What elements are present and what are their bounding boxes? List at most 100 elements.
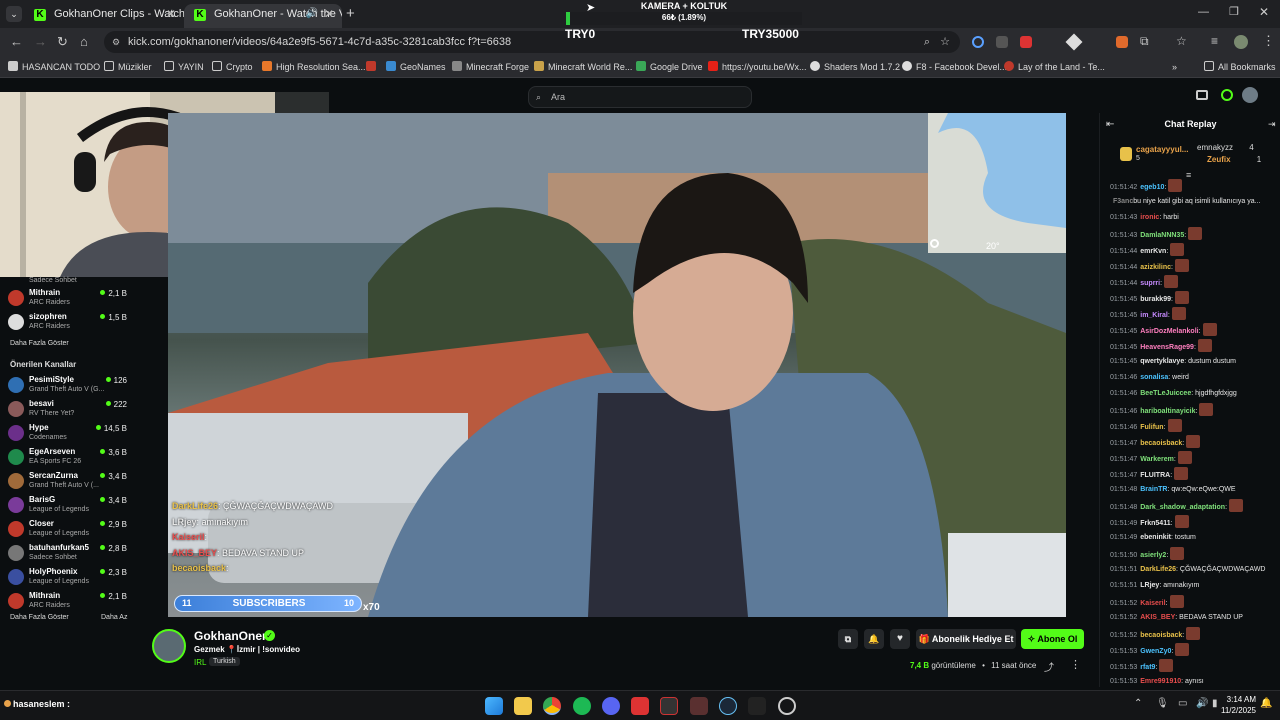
sidebar-channel[interactable]: EgeArseven EA Sports FC 26 3,6 B (0, 446, 136, 470)
sidebar-channel[interactable]: PesimiStyle Grand Theft Auto V (G... 126 (0, 374, 136, 398)
chat-message[interactable]: 01:51:51 LRjey: amınakıyım (1110, 579, 1278, 595)
clip-button[interactable]: ⧉ (838, 629, 858, 649)
bookmark-item[interactable]: Crypto (212, 56, 253, 78)
sidebar-channel[interactable]: Mithrain ARC Raiders 2,1 B (0, 590, 136, 614)
show-less-link[interactable]: Daha Az (101, 614, 127, 621)
chat-message[interactable]: 01:51:46 sonalisa: weird (1110, 371, 1278, 387)
chat-message[interactable]: 01:51:46 Fulifun: (1110, 419, 1278, 435)
chat-username[interactable]: GwenZy0 (1140, 648, 1171, 655)
chat-message[interactable]: 01:51:49 ebeninkit: tostum (1110, 531, 1278, 547)
chat-username[interactable]: Dark_shadow_adaptation (1140, 504, 1225, 511)
network-icon[interactable]: ▭ (1178, 698, 1187, 709)
steam-icon[interactable] (719, 697, 737, 715)
chat-message[interactable]: 01:51:53 GwenZy0: (1110, 643, 1278, 659)
notification-icon[interactable]: 🔔 (1260, 698, 1272, 709)
chat-message[interactable]: 01:51:52 AKIS_BEY: BEDAVA STAND UP (1110, 611, 1278, 627)
chat-message[interactable]: 01:51:43 ironic: harbi (1110, 211, 1278, 227)
chat-message[interactable]: 01:51:43 DamlaNNN35: (1110, 227, 1278, 243)
gift-subscription-button[interactable]: 🎁 Abonelik Hediye Et (916, 629, 1016, 649)
extension-icon-2[interactable] (996, 36, 1008, 48)
chat-username[interactable]: LRjey (1140, 582, 1159, 589)
app-icon-curve[interactable] (748, 697, 766, 715)
bookmark-item[interactable]: Minecraft Forge (452, 56, 529, 78)
app-icon-circle[interactable] (778, 697, 796, 715)
chat-message[interactable]: F3ancbu niye katil gibi aq isimli kullan… (1110, 195, 1278, 211)
more-bookmarks-chevron-icon[interactable]: » (1172, 56, 1177, 78)
chat-username[interactable]: egeb10 (1140, 184, 1164, 191)
chat-username[interactable]: BeeTLeJuiccee (1140, 390, 1191, 397)
share-icon[interactable]: ⤴ (1044, 659, 1054, 674)
zoom-icon[interactable]: ⌕ (924, 31, 930, 53)
maximize-button[interactable]: ❐ (1229, 5, 1239, 18)
chat-username[interactable]: ebeninkit (1140, 534, 1171, 541)
sidebar-channel[interactable]: SercanZurna Grand Theft Auto V (... 3,4 B (0, 470, 136, 494)
chat-message[interactable]: 01:51:44 emrKvn: (1110, 243, 1278, 259)
chat-message[interactable]: 01:51:48 BrainTR: qw:eQw:eQwe:QWE (1110, 483, 1278, 499)
profile-avatar[interactable] (1234, 35, 1248, 49)
sidebar-channel[interactable]: BarisG League of Legends 3,4 B (0, 494, 136, 518)
category-link[interactable]: IRL (194, 658, 206, 667)
chat-username[interactable]: Fulifun (1140, 424, 1163, 431)
chat-username[interactable]: Frkn5411 (1140, 520, 1170, 527)
forward-icon[interactable]: → (34, 34, 47, 49)
volume-icon[interactable]: 🔊 (1196, 698, 1208, 709)
sidebar-channel[interactable]: sizophren ARC Raiders 1,5 B (0, 311, 136, 335)
file-explorer-icon[interactable] (514, 697, 532, 715)
follow-heart-icon[interactable]: ♥ (890, 629, 910, 649)
bookmark-item[interactable]: GeoNames (386, 56, 446, 78)
bookmark-item[interactable]: HASANCAN TODO (8, 56, 100, 78)
notification-bell-icon[interactable]: 🔔 (864, 629, 884, 649)
close-tab-icon[interactable]: ✕ (166, 4, 176, 24)
spotify-icon[interactable] (573, 697, 591, 715)
chat-username[interactable]: ironic (1140, 214, 1159, 221)
bookmark-item[interactable]: Müzikler (104, 56, 152, 78)
language-tag[interactable]: Turkish (209, 657, 240, 666)
sidebar-channel[interactable]: besavi RV There Yet? 222 (0, 398, 136, 422)
new-tab-button[interactable]: + (346, 5, 355, 22)
show-more-link[interactable]: Daha Fazla Göster (10, 340, 69, 347)
chat-username[interactable]: DamlaNNN35 (1140, 232, 1184, 239)
chat-username[interactable]: qwertyklavye (1140, 358, 1184, 365)
gifter-row[interactable]: emnakyzz 4 (1197, 143, 1254, 152)
extension-icon-3[interactable] (1020, 36, 1032, 48)
chat-message[interactable]: 01:51:52 becaoisback: (1110, 627, 1278, 643)
chat-username[interactable]: im_Kiral (1140, 312, 1168, 319)
chat-message[interactable]: 01:51:49 Frkn5411: (1110, 515, 1278, 531)
chat-username[interactable]: HeavensRage99 (1140, 344, 1194, 351)
chat-username[interactable]: FLUITRA (1140, 472, 1170, 479)
chat-message[interactable]: 01:51:47 Warkerem: (1110, 451, 1278, 467)
chat-message[interactable]: 01:51:53 rfat9: (1110, 659, 1278, 675)
site-info-icon[interactable]: ⚙ (112, 31, 120, 53)
collapse-chat-icon[interactable]: ⇥ (1268, 119, 1276, 130)
chat-username[interactable]: Emre991910 (1140, 678, 1181, 685)
close-tab-icon[interactable]: ✕ (324, 4, 334, 24)
channel-avatar[interactable] (152, 629, 186, 663)
home-icon[interactable]: ⌂ (80, 34, 88, 49)
chat-message[interactable]: 01:51:45 burakk99: (1110, 291, 1278, 307)
bookmark-item[interactable] (366, 56, 380, 78)
chat-message[interactable]: 01:51:47 FLUITRA: (1110, 467, 1278, 483)
url-field[interactable]: ⚙ kick.com/gokhanoner/videos/64a2e9f5-56… (104, 31, 960, 53)
chat-message[interactable]: 01:51:52 Kaiseril: (1110, 595, 1278, 611)
chat-message[interactable]: 01:51:45 qwertyklavye: dustum dustum (1110, 355, 1278, 371)
media-icon[interactable]: ≡ (1211, 34, 1218, 48)
chat-message[interactable]: 01:51:45 AsirDozMelankoli: (1110, 323, 1278, 339)
extensions-puzzle-icon[interactable]: ⧉ (1140, 34, 1149, 49)
video-player[interactable]: 20° DarkLife26: ÇĞWAÇĞAÇWDWAÇAWD LRjey: a… (168, 113, 1066, 617)
gifter-row[interactable]: Zeufix 1 (1207, 155, 1261, 164)
search-input[interactable]: ⌕ Ara (528, 86, 752, 108)
chat-username[interactable]: azizkilinc (1140, 264, 1171, 271)
chat-username[interactable]: hariboaltinayicik (1140, 408, 1195, 415)
chat-username[interactable]: DarkLife26 (1140, 566, 1176, 573)
bookmark-item[interactable]: Lay of the Land - Te... (1004, 56, 1105, 78)
chat-username[interactable]: Warkerem (1140, 456, 1174, 463)
sidebar-channel[interactable]: batuhanfurkan5 Sadece Sohbet 2,8 B (0, 542, 136, 566)
clock[interactable]: 3:14 AM 11/2/2025 (1216, 694, 1256, 716)
sidebar-channel[interactable]: Hype Codenames 14,5 B (0, 422, 136, 446)
chat-username[interactable]: Kaiseril (1140, 600, 1165, 607)
chat-username[interactable]: AKIS_BEY (1140, 614, 1175, 621)
chrome-icon[interactable] (543, 697, 561, 715)
chat-message[interactable]: 01:51:50 asierly2: (1110, 547, 1278, 563)
menu-kebab-icon[interactable]: ⋮ (1262, 33, 1275, 49)
bookmark-item[interactable]: Google Drive (636, 56, 703, 78)
